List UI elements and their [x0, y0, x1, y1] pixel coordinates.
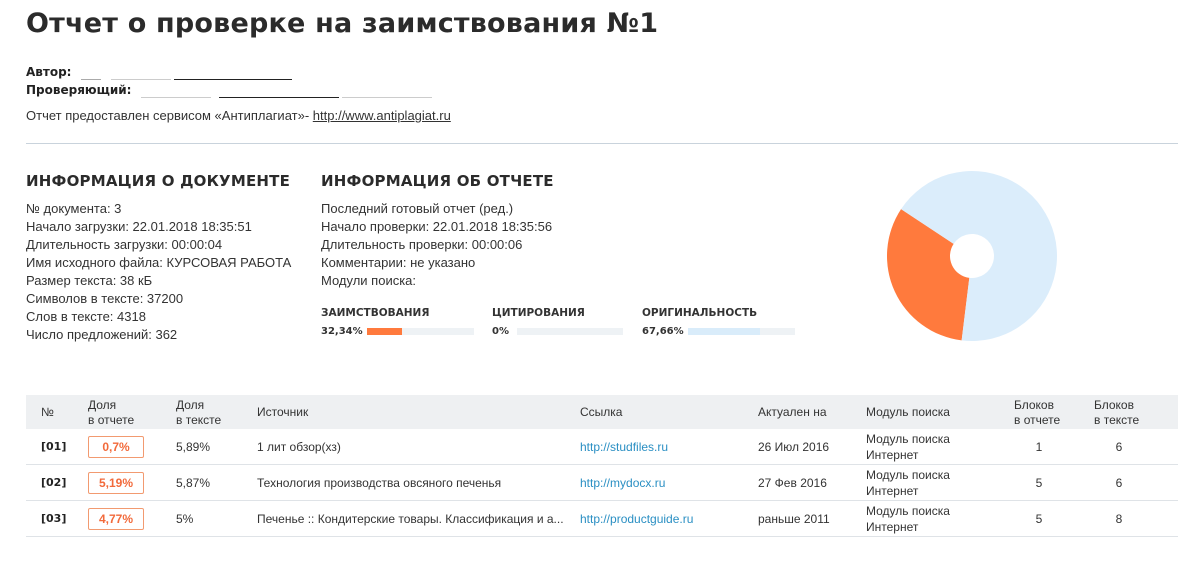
doc-info-line: Символов в тексте: 37200: [26, 291, 184, 306]
author-row: Автор:: [26, 64, 293, 80]
source-link[interactable]: http://mydocx.ru: [580, 465, 665, 500]
header-share-text: Доля в тексте: [176, 398, 222, 427]
metric-value: 67,66%: [642, 326, 684, 337]
blocks-in-text: 6: [1115, 475, 1123, 490]
blocks-in-text: 8: [1115, 511, 1123, 526]
share-text: 5%: [176, 511, 194, 526]
header-share-report: Доля в отчете: [88, 398, 135, 427]
header-num: №: [41, 405, 54, 419]
doc-info-line: Слов в тексте: 4318: [26, 309, 146, 324]
author-redacted: [81, 67, 293, 80]
metric-bar-fill: [367, 328, 402, 335]
table-row[interactable]: [03] 4,77% 5% Печенье :: Кондитерские то…: [26, 501, 1178, 537]
table-header: № Доля в отчете Доля в тексте Источник Ссы…: [26, 395, 1178, 429]
doc-info-line: Число предложений: 362: [26, 327, 178, 342]
blocks-in-report: 5: [1035, 475, 1043, 490]
header-actual: Актуален на: [758, 405, 827, 419]
source-link[interactable]: http://studfiles.ru: [580, 429, 668, 464]
blocks-in-text: 6: [1115, 439, 1123, 454]
author-label: Автор:: [26, 65, 72, 79]
source-title: Печенье :: Кондитерские товары. Классифи…: [257, 511, 564, 526]
source-title: Технология производства овсяного печенья: [257, 475, 502, 490]
header-source: Источник: [257, 405, 309, 419]
metric-bar-fill: [688, 328, 761, 335]
report-info-line: Начало проверки: 22.01.2018 18:35:56: [321, 219, 553, 234]
metric-value: 0%: [492, 326, 509, 337]
metric-borrowings: ЗАИМСТВОВАНИЯ 32,34%: [321, 307, 474, 337]
metric-label: ЦИТИРОВАНИЯ: [492, 307, 585, 319]
header-blocks-text: Блоков в тексте: [1094, 398, 1140, 427]
row-num: [01]: [41, 440, 67, 453]
blocks-in-report: 1: [1035, 439, 1043, 454]
report-info-line: Модули поиска:: [321, 273, 417, 288]
reviewer-row: Проверяющий:: [26, 82, 433, 98]
row-num: [02]: [41, 476, 67, 489]
row-num: [03]: [41, 512, 67, 525]
share-text: 5,89%: [176, 439, 211, 454]
doc-info-title: ИНФОРМАЦИЯ О ДОКУМЕНТЕ: [26, 172, 291, 190]
antiplagiat-link[interactable]: http://www.antiplagiat.ru: [313, 108, 451, 123]
report-info-list: Последний готовый отчет (ред.) Начало пр…: [321, 200, 552, 290]
source-title: 1 лит обзор(хз): [257, 439, 341, 454]
doc-info-list: № документа: 3 Начало загрузки: 22.01.20…: [26, 200, 291, 344]
metric-label: ОРИГИНАЛЬНОСТЬ: [642, 307, 758, 319]
search-module: Модуль поиска Интернет: [866, 431, 950, 462]
blocks-in-report: 5: [1035, 511, 1043, 526]
metric-bar: [517, 328, 623, 335]
metric-value: 32,34%: [321, 326, 363, 337]
originality-pie-chart: [887, 171, 1057, 341]
metric-label: ЗАИМСТВОВАНИЯ: [321, 307, 430, 319]
doc-info-line: № документа: 3: [26, 201, 122, 216]
share-text: 5,87%: [176, 475, 211, 490]
actual-date: 27 Фев 2016: [758, 475, 827, 490]
share-report-badge: 5,19%: [88, 471, 144, 494]
search-module: Модуль поиска Интернет: [866, 503, 950, 534]
report-info-title: ИНФОРМАЦИЯ ОБ ОТЧЕТЕ: [321, 172, 554, 190]
header-blocks-report: Блоков в отчете: [1014, 398, 1061, 427]
header-module: Модуль поиска: [866, 405, 950, 419]
doc-info-line: Размер текста: 38 кБ: [26, 273, 153, 288]
reviewer-redacted: [141, 85, 433, 98]
service-text: Отчет предоставлен сервисом «Антиплагиат…: [26, 108, 310, 123]
sources-table: № Доля в отчете Доля в тексте Источник Ссы…: [26, 395, 1178, 537]
actual-date: раньше 2011: [758, 511, 830, 526]
table-row[interactable]: [02] 5,19% 5,87% Технология производства…: [26, 465, 1178, 501]
source-link[interactable]: http://productguide.ru: [580, 501, 693, 536]
service-note: Отчет предоставлен сервисом «Антиплагиат…: [26, 108, 451, 123]
doc-info-line: Имя исходного файла: КУРСОВАЯ РАБОТА: [26, 255, 292, 270]
metric-bar: [688, 328, 795, 335]
header-link: Ссылка: [580, 405, 623, 419]
header-divider: [26, 143, 1178, 144]
share-report-badge: 4,77%: [88, 507, 144, 530]
share-report-badge: 0,7%: [88, 435, 144, 458]
reviewer-label: Проверяющий:: [26, 83, 132, 97]
doc-info-line: Начало загрузки: 22.01.2018 18:35:51: [26, 219, 252, 234]
actual-date: 26 Июл 2016: [758, 439, 830, 454]
report-info-line: Длительность проверки: 00:00:06: [321, 237, 523, 252]
report-info-line: Комментарии: не указано: [321, 255, 476, 270]
page-title: Отчет о проверке на заимствования №1: [26, 8, 659, 39]
metric-citations: ЦИТИРОВАНИЯ 0%: [492, 307, 623, 337]
metric-originality: ОРИГИНАЛЬНОСТЬ 67,66%: [642, 307, 795, 337]
doc-info-line: Длительность загрузки: 00:00:04: [26, 237, 223, 252]
metric-bar: [367, 328, 474, 335]
report-info-line: Последний готовый отчет (ред.): [321, 201, 514, 216]
table-row[interactable]: [01] 0,7% 5,89% 1 лит обзор(хз) http://s…: [26, 429, 1178, 465]
search-module: Модуль поиска Интернет: [866, 467, 950, 498]
